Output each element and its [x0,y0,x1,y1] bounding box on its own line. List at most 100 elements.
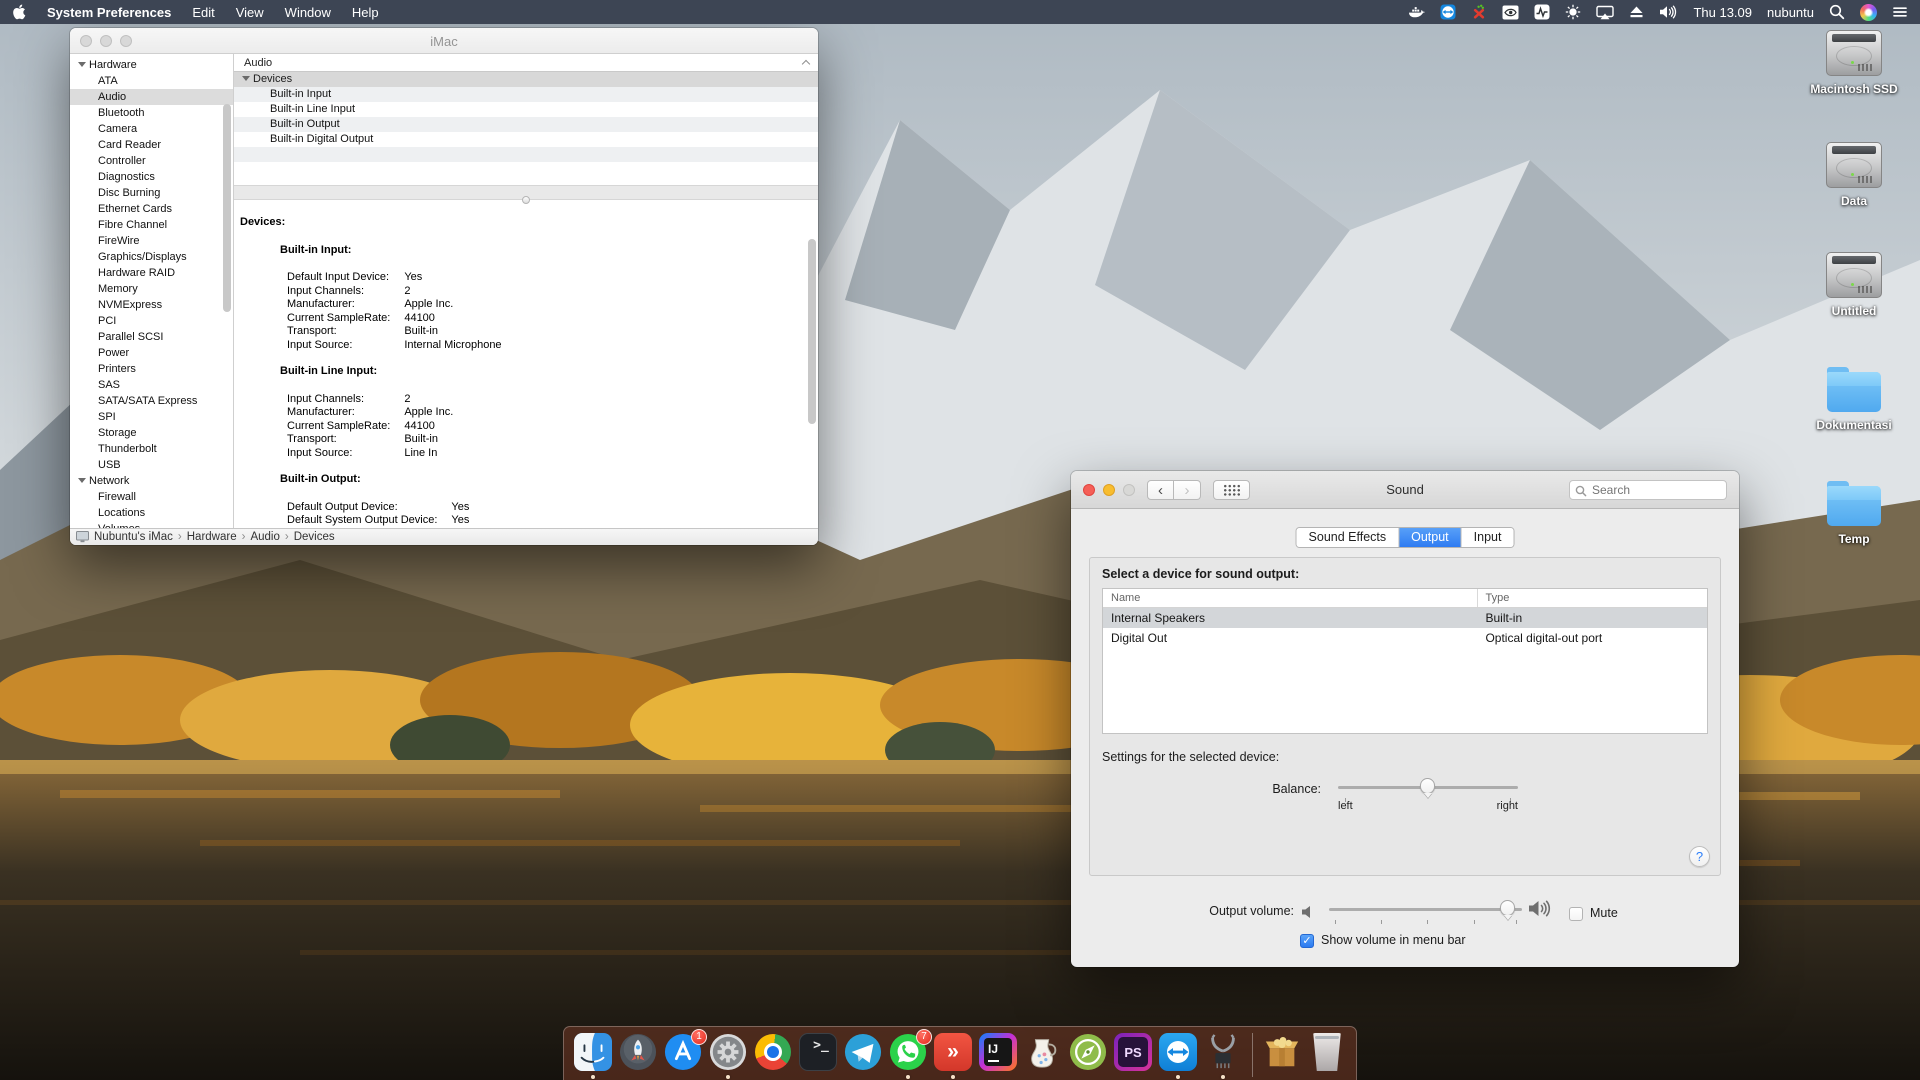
device-row-built-in-line-input[interactable]: Built-in Line Input [234,102,818,117]
sidebar-item-pci[interactable]: PCI [70,313,233,329]
mute-label[interactable]: Mute [1590,906,1618,920]
balance-slider[interactable] [1338,778,1518,796]
tab-sound-effects[interactable]: Sound Effects [1297,528,1400,547]
teamviewer-icon[interactable] [1440,3,1456,21]
dock-charles-icon[interactable] [1024,1033,1062,1071]
sidebar-item-firewall[interactable]: Firewall [70,489,233,505]
balance-thumb[interactable] [1420,778,1435,794]
volume-track[interactable] [1329,908,1522,911]
brightness-icon[interactable] [1565,3,1581,21]
device-row-built-in-digital-output[interactable]: Built-in Digital Output [234,132,818,147]
sidebar-item-nvmexpress[interactable]: NVMExpress [70,297,233,313]
tab-output[interactable]: Output [1399,528,1462,547]
airplay-display-icon[interactable] [1596,3,1614,21]
sidebar-item-camera[interactable]: Camera [70,121,233,137]
list-column-header[interactable]: Audio [234,54,818,72]
sidebar-item-ata[interactable]: ATA [70,73,233,89]
device-row-internal-speakers[interactable]: Internal SpeakersBuilt-in [1103,608,1707,628]
sidebar-item-volumes[interactable]: Volumes [70,521,233,528]
desktop-icon-data[interactable]: Data [1806,142,1902,208]
tab-input[interactable]: Input [1462,528,1514,547]
volume-icon[interactable] [1659,3,1678,21]
dock-intellij-idea-icon[interactable]: IJ [979,1033,1017,1071]
dock-red-arrows-app-icon[interactable]: » [934,1033,972,1071]
show-volume-label[interactable]: Show volume in menu bar [1321,933,1466,947]
sidebar-item-thunderbolt[interactable]: Thunderbolt [70,441,233,457]
sidebar-item-fibre-channel[interactable]: Fibre Channel [70,217,233,233]
menu-clock[interactable]: Thu 13.09 [1693,5,1752,20]
sidebar-item-firewire[interactable]: FireWire [70,233,233,249]
dock-archive-utility-icon[interactable] [1263,1033,1301,1071]
spotlight-icon[interactable] [1829,3,1845,21]
dock-photoshop-icon[interactable]: PS [1114,1033,1152,1071]
menu-edit[interactable]: Edit [192,5,214,20]
sidebar-item-audio[interactable]: Audio [70,89,233,105]
sidebar-item-diagnostics[interactable]: Diagnostics [70,169,233,185]
sidebar-item-locations[interactable]: Locations [70,505,233,521]
sidebar-item-network[interactable]: Network [70,473,233,489]
sound-toolbar[interactable]: ‹ › Sound [1071,471,1739,509]
nvidia-icon[interactable] [1502,3,1519,21]
sidebar-item-power[interactable]: Power [70,345,233,361]
splitter-knob[interactable] [522,196,530,204]
sidebar-item-graphics-displays[interactable]: Graphics/Displays [70,249,233,265]
sidebar-item-card-reader[interactable]: Card Reader [70,137,233,153]
activity-monitor-icon[interactable] [1534,3,1550,21]
sidebar-item-disc-burning[interactable]: Disc Burning [70,185,233,201]
x-network-icon[interactable] [1471,3,1487,21]
sidebar-item-controller[interactable]: Controller [70,153,233,169]
sidebar-item-printers[interactable]: Printers [70,361,233,377]
sidebar-item-ethernet-cards[interactable]: Ethernet Cards [70,201,233,217]
dock-telegram-icon[interactable] [844,1033,882,1071]
sidebar-scrollbar[interactable] [223,104,231,312]
detail-scrollbar[interactable] [808,239,816,424]
sidebar-item-usb[interactable]: USB [70,457,233,473]
output-volume-slider[interactable] [1329,900,1522,918]
dock-launchpad-icon[interactable] [619,1033,657,1071]
menu-user[interactable]: nubuntu [1767,5,1814,20]
desktop-icon-temp[interactable]: Temp [1806,480,1902,546]
disclosure-triangle-icon[interactable] [78,62,86,67]
desktop-icon-untitled[interactable]: Untitled [1806,252,1902,318]
menu-help[interactable]: Help [352,5,379,20]
devices-group-row[interactable]: Devices [234,72,818,87]
search-input[interactable] [1569,480,1727,500]
sidebar-item-sas[interactable]: SAS [70,377,233,393]
dock-chip-tool-icon[interactable] [1204,1033,1242,1071]
apple-menu-icon[interactable] [12,3,26,21]
siri-icon[interactable] [1860,3,1877,21]
dock-app-store-icon[interactable]: 1 [664,1033,702,1071]
help-button[interactable]: ? [1689,846,1710,867]
device-row-built-in-output[interactable]: Built-in Output [234,117,818,132]
dock-terminal-icon[interactable]: >_ [799,1033,837,1071]
volume-thumb[interactable] [1500,900,1515,916]
system-info-titlebar[interactable]: iMac [70,28,818,54]
dock-chrome-icon[interactable] [754,1033,792,1071]
device-row-built-in-input[interactable]: Built-in Input [234,87,818,102]
show-volume-checkbox[interactable]: ✓ [1300,934,1314,948]
dock-system-preferences-icon[interactable] [709,1033,747,1071]
sidebar-item-bluetooth[interactable]: Bluetooth [70,105,233,121]
menu-system-preferences[interactable]: System Preferences [47,5,171,20]
disclosure-triangle-icon[interactable] [242,76,250,81]
desktop-icon-macintosh-ssd[interactable]: Macintosh SSD [1806,30,1902,96]
device-row-digital-out[interactable]: Digital OutOptical digital-out port [1103,628,1707,648]
dock-teamviewer-icon[interactable] [1159,1033,1197,1071]
dock-finder-icon[interactable] [574,1033,612,1071]
notification-center-icon[interactable] [1892,3,1908,21]
disclosure-triangle-icon[interactable] [78,478,86,483]
menu-view[interactable]: View [236,5,264,20]
sidebar-item-hardware-raid[interactable]: Hardware RAID [70,265,233,281]
sidebar-item-sata-sata-express[interactable]: SATA/SATA Express [70,393,233,409]
sidebar-item-memory[interactable]: Memory [70,281,233,297]
sidebar-item-parallel-scsi[interactable]: Parallel SCSI [70,329,233,345]
dock-trash-icon[interactable] [1308,1033,1346,1071]
desktop-icon-dokumentasi[interactable]: Dokumentasi [1806,366,1902,432]
sidebar-item-hardware[interactable]: Hardware [70,57,233,73]
eject-icon[interactable] [1629,3,1644,21]
menu-window[interactable]: Window [285,5,331,20]
dock-whatsapp-icon[interactable]: 7 [889,1033,927,1071]
dock-android-studio-icon[interactable] [1069,1033,1107,1071]
mute-checkbox[interactable] [1569,907,1583,921]
docker-icon[interactable] [1408,3,1425,21]
